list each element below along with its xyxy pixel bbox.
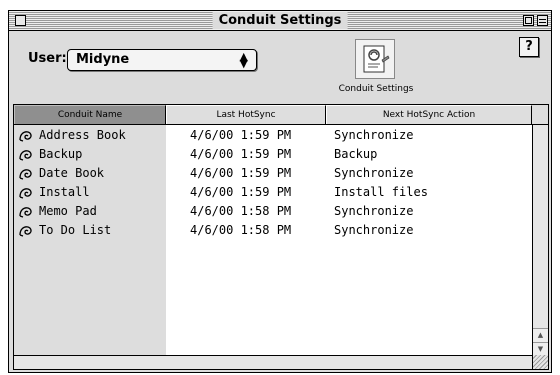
- conduit-icon: [19, 207, 32, 218]
- next-action: Synchronize: [334, 223, 414, 237]
- collapse-box[interactable]: [537, 15, 548, 26]
- next-action: Synchronize: [334, 166, 414, 180]
- table-row[interactable]: Backup 4/6/00 1:59 PM Backup: [14, 146, 532, 165]
- header-corner: [532, 105, 548, 124]
- conduit-name: Backup: [39, 147, 83, 161]
- close-box[interactable]: [15, 15, 26, 26]
- user-popup-menu[interactable]: Midyne ▲ ▼: [67, 49, 257, 71]
- table-row[interactable]: Memo Pad 4/6/00 1:58 PM Synchronize: [14, 203, 532, 222]
- table-row[interactable]: Install 4/6/00 1:59 PM Install files: [14, 184, 532, 203]
- conduit-icon: [19, 169, 32, 180]
- conduit-icon: [19, 188, 32, 199]
- last-hotsync: 4/6/00 1:59 PM: [190, 128, 292, 142]
- conduit-name: Install: [39, 185, 90, 199]
- conduit-icon: [19, 150, 32, 161]
- conduit-settings-button[interactable]: [355, 39, 395, 79]
- column-header-next-action[interactable]: Next HotSync Action: [326, 105, 532, 124]
- help-button[interactable]: ?: [519, 37, 539, 57]
- conduit-name: Memo Pad: [39, 204, 97, 218]
- conduit-name: Address Book: [39, 128, 126, 142]
- last-hotsync: 4/6/00 1:59 PM: [190, 185, 292, 199]
- conduit-name: Date Book: [39, 166, 105, 180]
- column-header-last-hotsync[interactable]: Last HotSync: [166, 105, 326, 124]
- conduit-icon: [19, 131, 32, 142]
- conduit-settings-window: Conduit Settings User: Midyne ▲ ▼ Condui…: [8, 10, 552, 373]
- last-hotsync: 4/6/00 1:58 PM: [190, 204, 292, 218]
- resize-grip-icon[interactable]: [532, 355, 548, 369]
- vertical-scrollbar[interactable]: ▲ ▼: [532, 125, 548, 356]
- column-header-conduit-name[interactable]: Conduit Name: [14, 105, 166, 124]
- table-row[interactable]: To Do List 4/6/00 1:58 PM Synchronize: [14, 222, 532, 241]
- table-header: Conduit Name Last HotSync Next HotSync A…: [14, 105, 548, 125]
- conduit-icon: [19, 226, 32, 237]
- last-hotsync: 4/6/00 1:59 PM: [190, 166, 292, 180]
- user-label: User:: [28, 51, 67, 66]
- table-body: Address Book 4/6/00 1:59 PM Synchronize …: [14, 125, 548, 356]
- next-action: Backup: [334, 147, 378, 161]
- next-action: Synchronize: [334, 204, 414, 218]
- scroll-down-arrow-icon[interactable]: ▼: [533, 342, 548, 356]
- next-action: Synchronize: [334, 128, 414, 142]
- conduit-settings-icon: [363, 45, 390, 73]
- last-hotsync: 4/6/00 1:59 PM: [190, 147, 292, 161]
- user-selected-value: Midyne: [76, 52, 130, 67]
- title-bar[interactable]: Conduit Settings: [9, 11, 551, 31]
- conduit-settings-label: Conduit Settings: [338, 84, 414, 94]
- scroll-up-arrow-icon[interactable]: ▲: [533, 328, 548, 342]
- conduit-table: Conduit Name Last HotSync Next HotSync A…: [13, 104, 549, 370]
- last-hotsync: 4/6/00 1:58 PM: [190, 223, 292, 237]
- window-title: Conduit Settings: [212, 12, 348, 29]
- table-row[interactable]: Date Book 4/6/00 1:59 PM Synchronize: [14, 165, 532, 184]
- zoom-box[interactable]: [523, 15, 534, 26]
- next-action: Install files: [334, 185, 428, 199]
- horizontal-scrollbar[interactable]: [14, 355, 548, 369]
- conduit-name: To Do List: [39, 223, 112, 237]
- popup-arrows-icon: ▲ ▼: [239, 50, 248, 70]
- table-row[interactable]: Address Book 4/6/00 1:59 PM Synchronize: [14, 127, 532, 146]
